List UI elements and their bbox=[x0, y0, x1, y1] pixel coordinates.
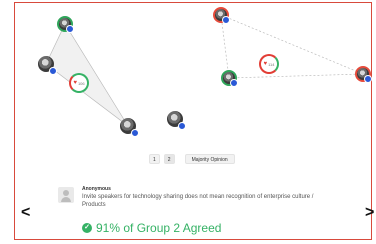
group-2-hub[interactable]: ♥ 114 bbox=[259, 54, 279, 74]
heart-icon: ♥ bbox=[73, 80, 77, 86]
agreement-text: 91% of Group 2 Agreed bbox=[96, 221, 222, 235]
page-1-button[interactable]: 1 bbox=[149, 154, 160, 164]
participant-badge-icon bbox=[230, 79, 238, 87]
participant-badge-icon bbox=[364, 75, 372, 83]
pagination: 1 2 Majority Opinion bbox=[149, 154, 235, 164]
participant-avatar[interactable] bbox=[57, 16, 74, 33]
previous-arrow-icon[interactable]: < bbox=[21, 205, 30, 221]
group-1-hub-label: 106 bbox=[77, 80, 85, 86]
participant-avatar[interactable] bbox=[221, 70, 238, 87]
group-agreement-status: ✓ 91% of Group 2 Agreed bbox=[82, 221, 221, 235]
participant-badge-icon bbox=[49, 67, 57, 75]
comment-author: Anonymous bbox=[82, 186, 111, 192]
participant-avatar[interactable] bbox=[213, 7, 230, 24]
next-arrow-icon[interactable]: > bbox=[365, 205, 374, 221]
participant-avatar[interactable] bbox=[120, 118, 139, 137]
group-2-hub-label: 114 bbox=[268, 61, 275, 67]
anonymous-avatar-icon bbox=[58, 187, 74, 203]
participant-badge-icon bbox=[178, 122, 186, 130]
comment-text: Invite speakers for technology sharing d… bbox=[82, 194, 314, 208]
participant-badge-icon bbox=[222, 16, 230, 24]
majority-opinion-button[interactable]: Majority Opinion bbox=[184, 154, 235, 164]
participant-avatar[interactable] bbox=[167, 111, 186, 130]
page-2-button[interactable]: 2 bbox=[163, 154, 175, 164]
participant-avatar[interactable] bbox=[38, 56, 57, 75]
participant-avatar[interactable] bbox=[355, 66, 372, 83]
heart-icon: ♥ bbox=[263, 61, 268, 67]
participant-badge-icon bbox=[131, 129, 139, 137]
group-1-hub[interactable]: ♥ 106 bbox=[69, 73, 89, 93]
participant-badge-icon bbox=[66, 25, 74, 33]
check-circle-icon: ✓ bbox=[82, 223, 92, 233]
